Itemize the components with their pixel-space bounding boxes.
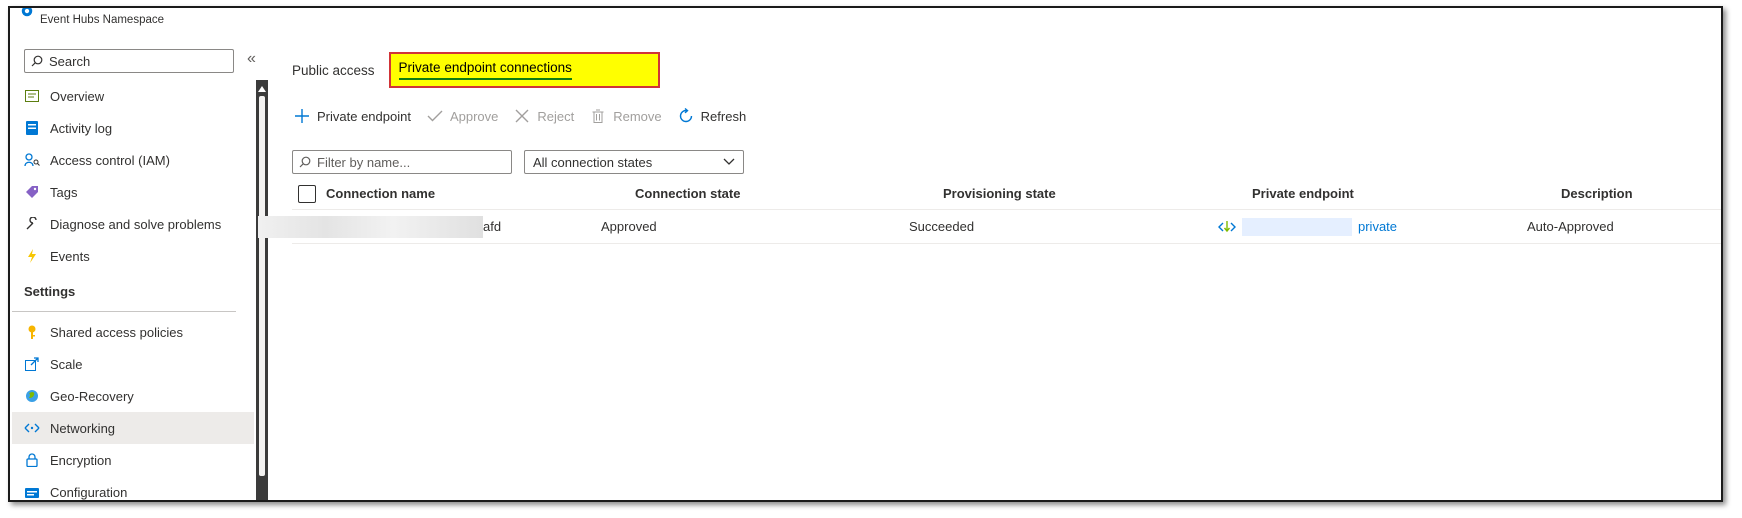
column-header-private-endpoint[interactable]: Private endpoint	[1252, 186, 1561, 201]
connection-name-cell: afd	[258, 215, 601, 238]
menu-item-label: Activity log	[50, 120, 113, 136]
menu-item-geo-recovery[interactable]: Geo-Recovery	[12, 380, 254, 412]
configuration-icon	[24, 484, 40, 500]
search-placeholder: Search	[49, 53, 91, 69]
menu-item-label: Events	[50, 248, 90, 264]
menu-item-label: Configuration	[50, 484, 128, 500]
key-icon	[24, 324, 40, 340]
select-all-checkbox[interactable]	[298, 184, 316, 203]
menu-item-events[interactable]: Events	[12, 240, 254, 272]
networking-content: Public access Private endpoint connectio…	[258, 8, 1721, 500]
approve-button[interactable]: Approve	[427, 108, 498, 124]
table-header: Connection name Connection state Provisi…	[292, 178, 1721, 210]
chevron-down-icon	[723, 158, 735, 165]
resource-menu: Search « Overview Activity log Access co…	[10, 8, 268, 500]
networking-tabs: Public access Private endpoint connectio…	[292, 52, 660, 88]
tab-highlight-box: Private endpoint connections	[388, 52, 660, 88]
connection-name-suffix: afd	[483, 219, 502, 234]
menu-search-input[interactable]: Search	[24, 49, 234, 73]
connections-table: Connection name Connection state Provisi…	[258, 178, 1721, 244]
redacted-endpoint-name	[1242, 217, 1352, 236]
close-icon	[514, 108, 530, 124]
refresh-icon	[678, 108, 694, 124]
globe-icon	[24, 388, 40, 404]
column-header-connection-name[interactable]: Connection name	[326, 186, 635, 201]
tab-public-access[interactable]: Public access	[292, 55, 375, 86]
filter-by-name-input[interactable]: Filter by name...	[292, 150, 512, 174]
collapse-menu-button[interactable]: «	[247, 50, 256, 68]
checkmark-icon	[427, 108, 443, 124]
trash-icon	[590, 108, 606, 124]
column-header-provisioning-state[interactable]: Provisioning state	[943, 186, 1252, 201]
lightning-icon	[24, 248, 40, 264]
scroll-thumb[interactable]	[259, 96, 265, 476]
search-icon	[31, 55, 43, 67]
connection-state-dropdown[interactable]: All connection states	[524, 150, 744, 174]
wrench-icon	[24, 216, 40, 232]
menu-list: Overview Activity log Access control (IA…	[12, 80, 254, 500]
menu-item-label: Encryption	[50, 452, 112, 468]
reject-button[interactable]: Reject	[514, 108, 574, 124]
menu-item-scale[interactable]: Scale	[12, 348, 254, 380]
scroll-up-icon[interactable]	[258, 86, 266, 92]
menu-item-label: Diagnose and solve problems	[50, 216, 222, 232]
private-endpoint-link[interactable]: private	[1358, 219, 1397, 234]
menu-item-networking[interactable]: Networking	[12, 412, 254, 444]
plus-icon	[294, 108, 310, 124]
provisioning-state-cell: Succeeded	[909, 219, 975, 234]
menu-item-label: Scale	[50, 356, 83, 372]
remove-label: Remove	[613, 108, 662, 124]
refresh-button[interactable]: Refresh	[678, 108, 747, 124]
reject-label: Reject	[537, 108, 575, 124]
scale-icon	[24, 356, 40, 372]
column-header-connection-state[interactable]: Connection state	[635, 186, 943, 201]
menu-item-overview[interactable]: Overview	[12, 80, 254, 112]
menu-item-activity-log[interactable]: Activity log	[12, 112, 254, 144]
menu-item-label: Geo-Recovery	[50, 388, 134, 404]
search-icon	[299, 156, 311, 168]
connection-state-selected: All connection states	[533, 154, 653, 170]
iam-icon	[24, 152, 40, 168]
add-private-endpoint-button[interactable]: Private endpoint	[294, 108, 411, 124]
menu-item-access-control[interactable]: Access control (IAM)	[12, 144, 254, 176]
menu-item-label: Tags	[50, 184, 78, 200]
redacted-connection-name	[258, 215, 483, 238]
approve-label: Approve	[449, 108, 499, 124]
settings-heading: Settings	[12, 272, 236, 312]
description-cell: Auto-Approved	[1527, 219, 1614, 234]
menu-item-label: Shared access policies	[50, 324, 183, 340]
filter-placeholder: Filter by name...	[317, 154, 411, 170]
menu-item-configuration[interactable]: Configuration	[12, 476, 254, 500]
networking-icon	[24, 420, 40, 436]
menu-item-label: Overview	[50, 88, 105, 104]
refresh-label: Refresh	[700, 108, 747, 124]
menu-item-tags[interactable]: Tags	[12, 176, 254, 208]
private-endpoint-icon	[1218, 220, 1236, 232]
menu-item-diagnose[interactable]: Diagnose and solve problems	[12, 208, 254, 240]
tab-private-endpoint-connections[interactable]: Private endpoint connections	[398, 58, 572, 80]
table-row[interactable]: afd Approved Succeeded private Auto-Appr…	[258, 210, 1721, 244]
portal-frame: Event Hubs Namespace Search « Overview A…	[8, 6, 1723, 502]
menu-item-label: Networking	[50, 420, 116, 436]
menu-item-encryption[interactable]: Encryption	[12, 444, 254, 476]
command-bar: Private endpoint Approve Reject Remove R…	[294, 108, 746, 124]
overview-icon	[24, 88, 40, 104]
menu-item-label: Access control (IAM)	[50, 152, 170, 168]
menu-scrollbar[interactable]	[256, 80, 268, 500]
menu-item-shared-access-policies[interactable]: Shared access policies	[12, 316, 254, 348]
tag-icon	[24, 184, 40, 200]
connection-state-cell: Approved	[601, 219, 657, 234]
column-header-description[interactable]: Description	[1561, 186, 1721, 201]
private-endpoint-cell[interactable]: private	[1218, 217, 1527, 236]
add-private-endpoint-label: Private endpoint	[317, 108, 411, 124]
lock-icon	[24, 452, 40, 468]
activity-log-icon	[24, 120, 40, 136]
remove-button[interactable]: Remove	[590, 108, 662, 124]
